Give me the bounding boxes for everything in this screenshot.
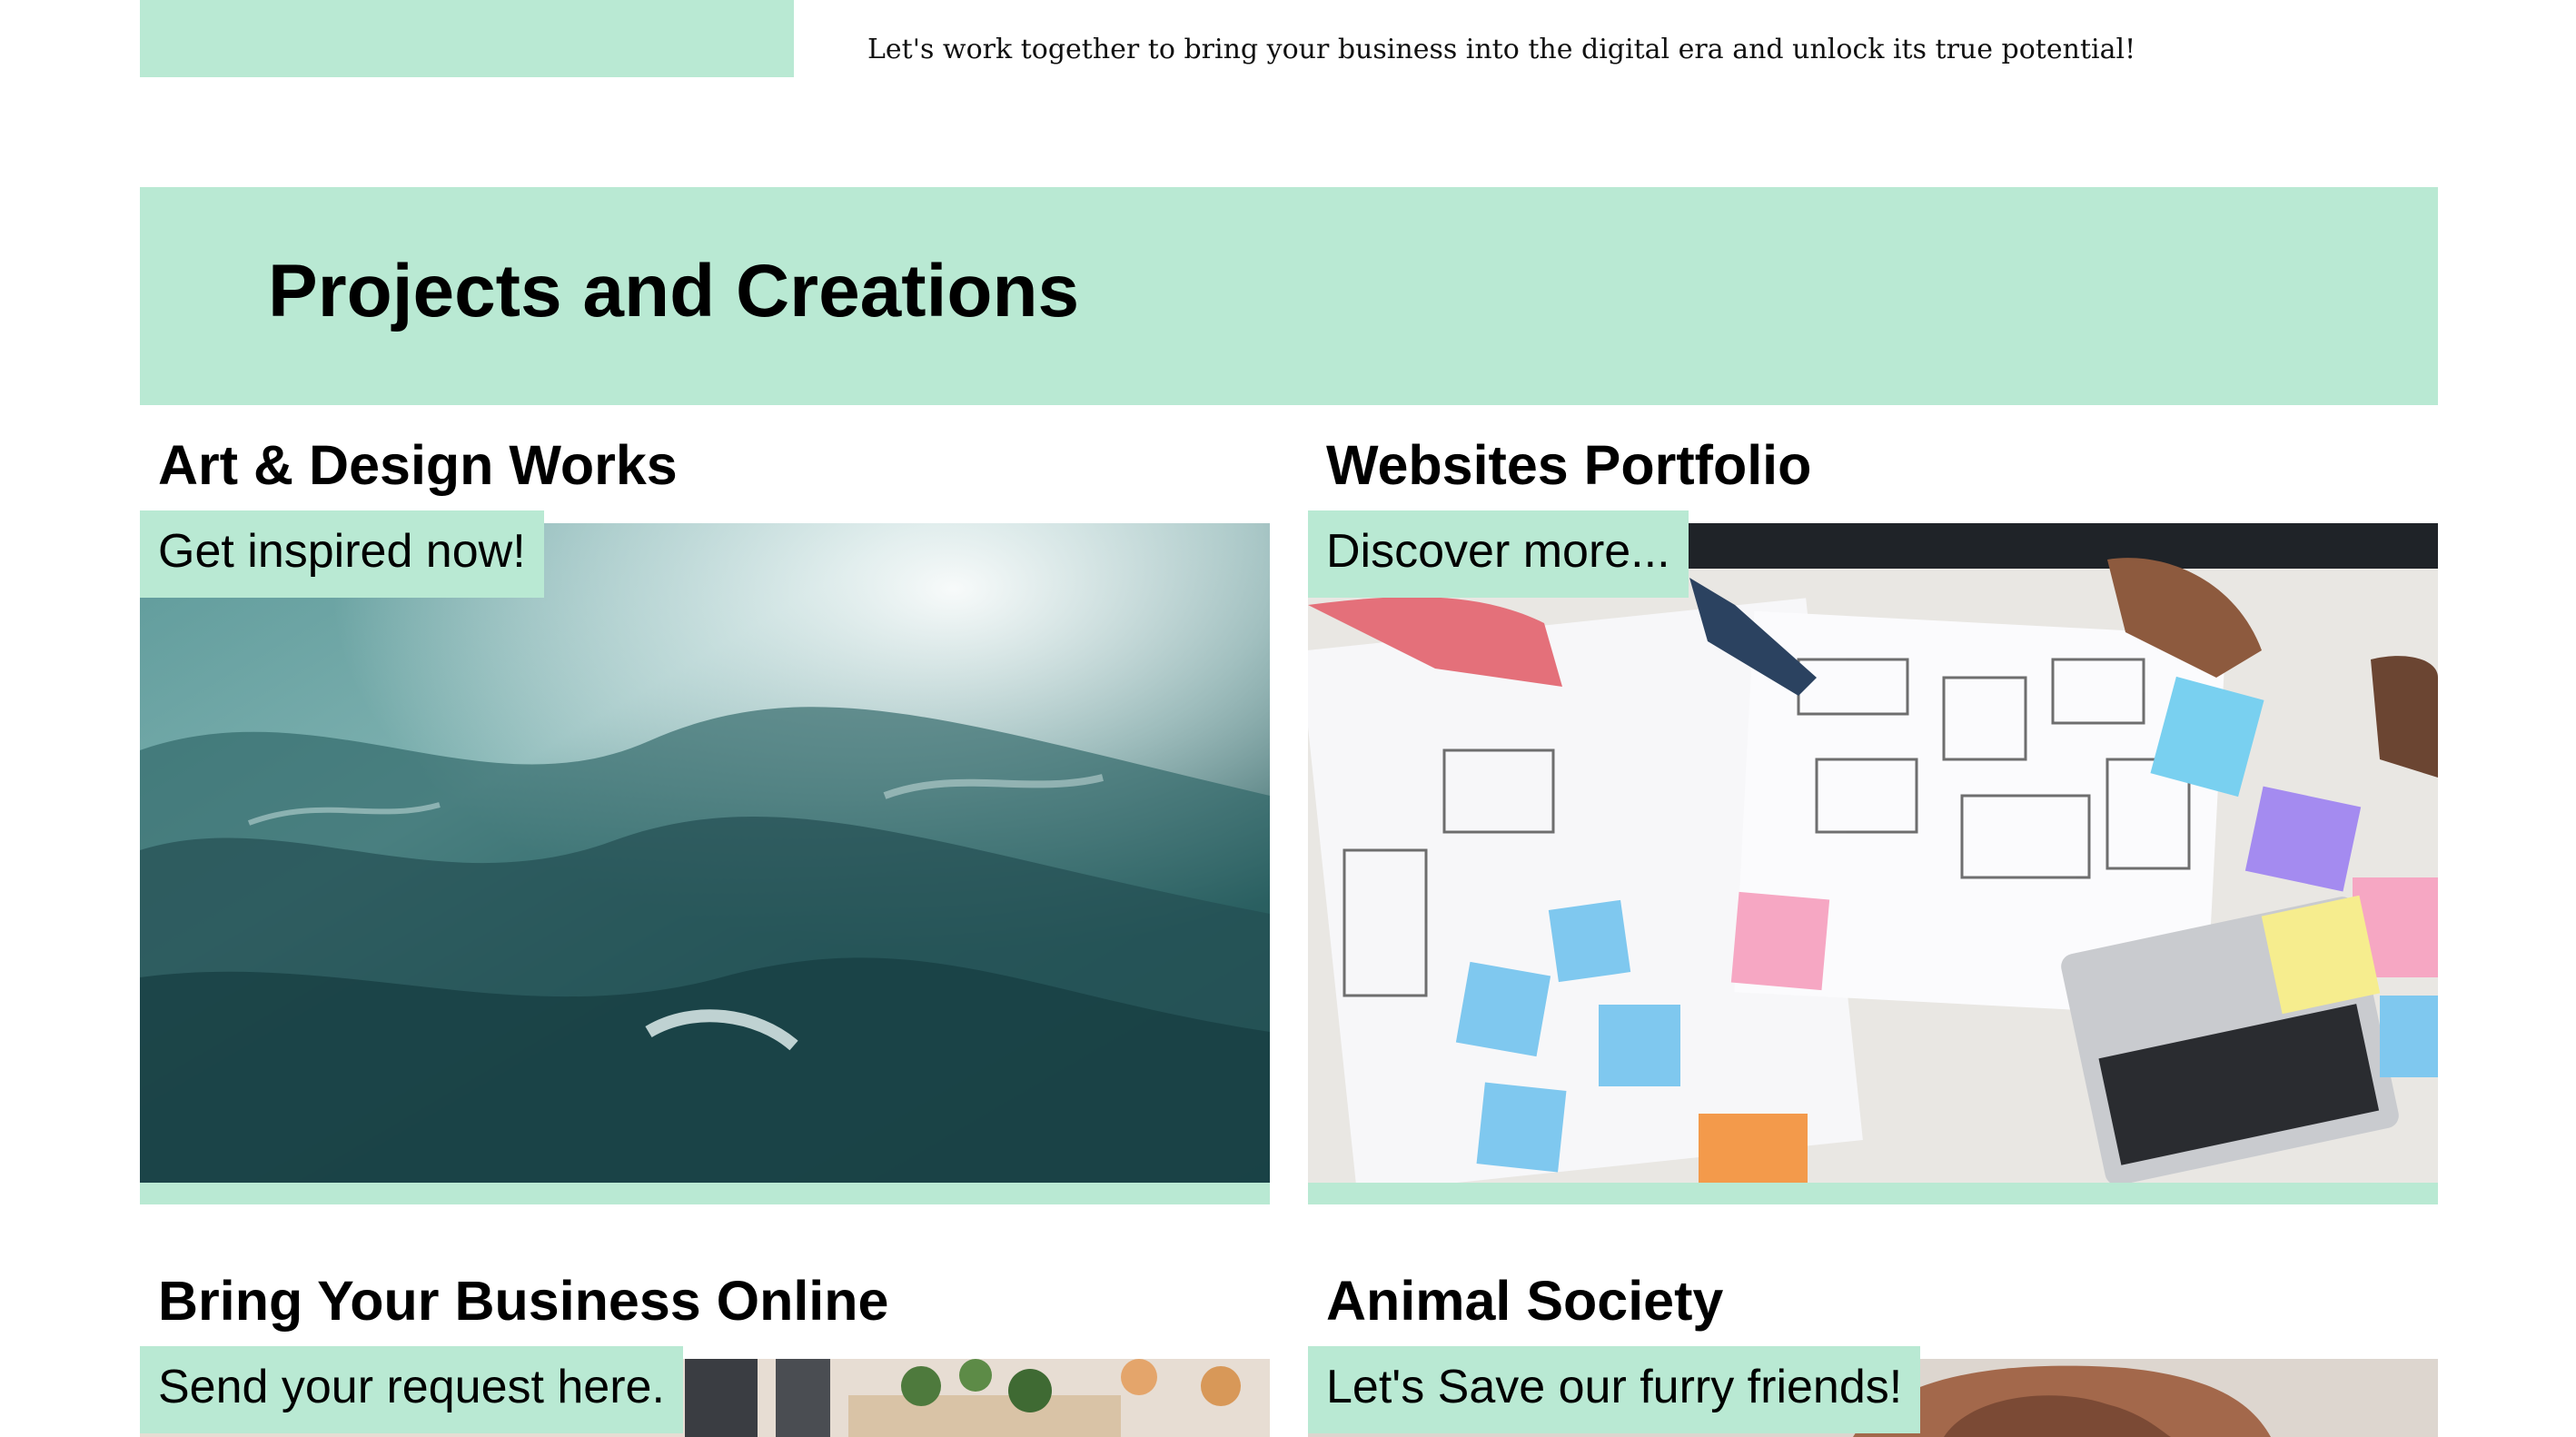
ocean-waves-image[interactable] <box>140 523 1270 1183</box>
wireframe-sketching-image[interactable] <box>1308 523 2438 1183</box>
card-business-online[interactable]: Bring Your Business Online Send your req… <box>140 1241 1270 1437</box>
card-title: Animal Society <box>1326 1270 1724 1332</box>
intro-text: Let's work together to bring your busine… <box>867 34 2136 65</box>
card-art-design[interactable]: Art & Design Works Get inspired now! <box>140 405 1270 1204</box>
card-title: Websites Portfolio <box>1326 434 1812 496</box>
card-websites-portfolio[interactable]: Websites Portfolio Discover more... <box>1308 405 2438 1204</box>
card-tag-button[interactable]: Let's Save our furry friends! <box>1308 1346 1921 1433</box>
card-tag-button[interactable]: Get inspired now! <box>140 510 544 598</box>
card-tag-button[interactable]: Discover more... <box>1308 510 1689 598</box>
card-bottom-bar <box>1308 1183 2438 1204</box>
card-animal-society[interactable]: Animal Society Let's Save our furry frie… <box>1308 1241 2438 1437</box>
card-title: Bring Your Business Online <box>158 1270 889 1332</box>
card-bottom-bar <box>140 1183 1270 1204</box>
projects-banner: Projects and Creations <box>140 187 2438 405</box>
card-title: Art & Design Works <box>158 434 678 496</box>
intro-side-block <box>140 0 794 77</box>
card-tag-button[interactable]: Send your request here. <box>140 1346 683 1433</box>
projects-title: Projects and Creations <box>268 250 1080 332</box>
